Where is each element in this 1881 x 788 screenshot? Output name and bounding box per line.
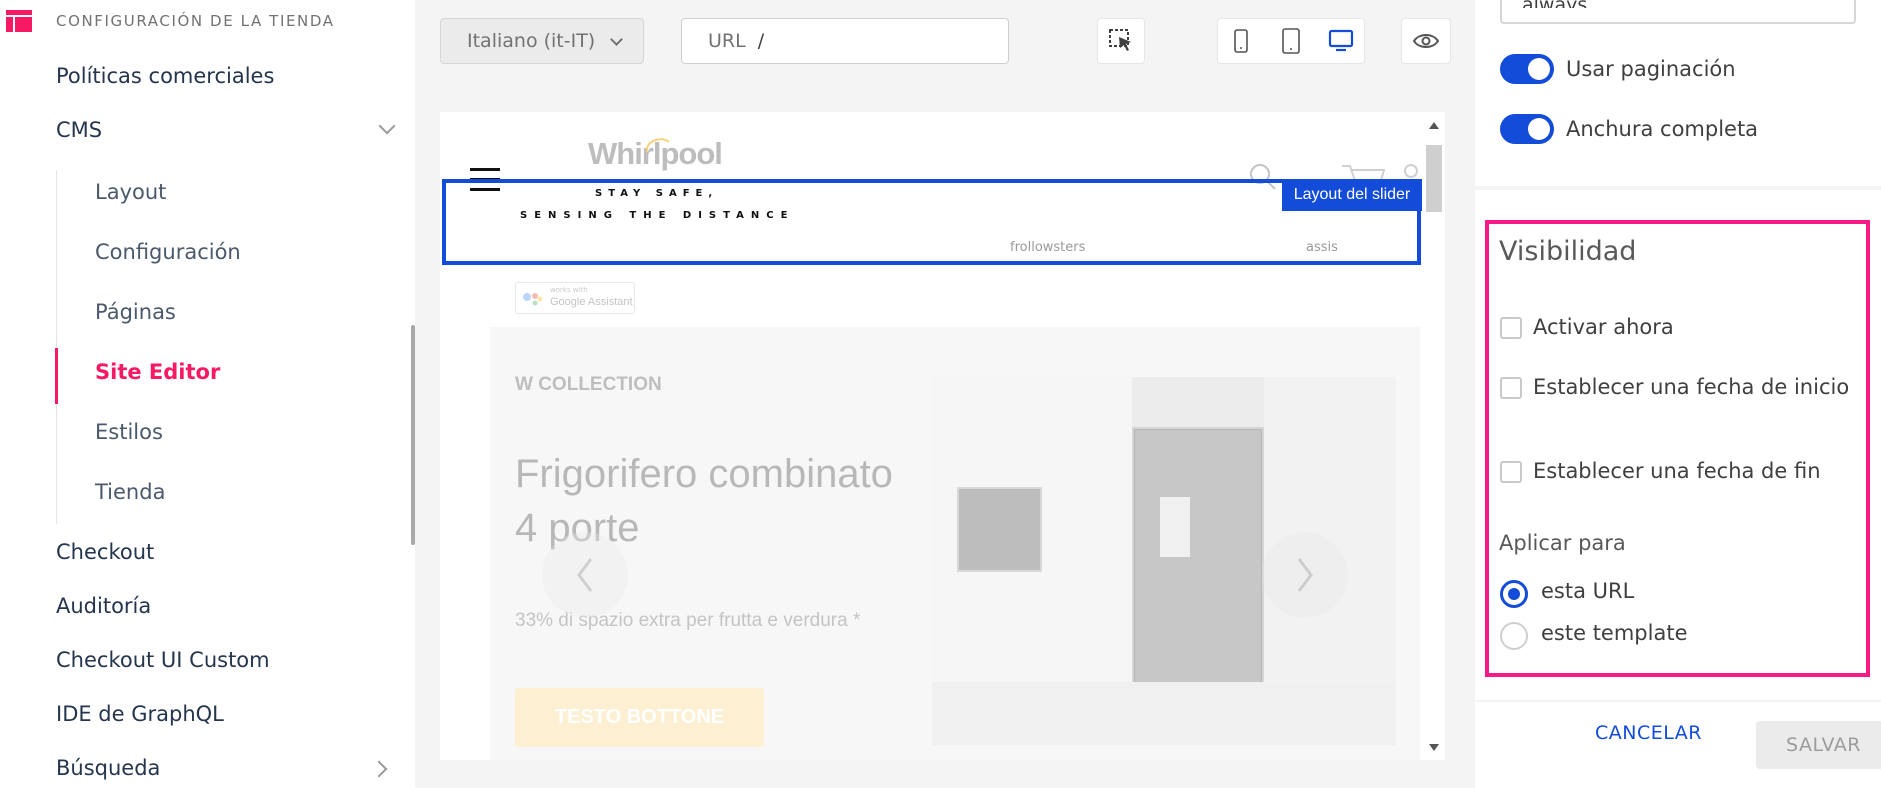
locale-select[interactable]: Italiano (it-IT): [440, 18, 644, 64]
sidebar-item-configuracion[interactable]: Configuración: [95, 240, 241, 264]
sidebar-item-politicas[interactable]: Políticas comerciales: [56, 64, 274, 88]
scroll-up-arrow-icon[interactable]: [1429, 122, 1439, 129]
chevron-right-icon[interactable]: [370, 760, 388, 778]
apply-for-label: Aplicar para: [1499, 531, 1626, 555]
end-date-label: Establecer una fecha de fin: [1533, 459, 1821, 483]
eye-icon: [1412, 34, 1440, 48]
admin-sidebar: CONFIGURACIÓN DE LA TIENDA Políticas com…: [0, 0, 415, 788]
chevron-down-icon: [610, 33, 623, 46]
collection-label: W COLLECTION: [515, 374, 662, 395]
this-template-label: este template: [1541, 621, 1688, 645]
chevron-down-icon[interactable]: [378, 117, 396, 135]
selected-block-label: Layout del slider: [1282, 179, 1422, 211]
cursor-select-icon: [1109, 29, 1131, 51]
desktop-icon: [1328, 29, 1354, 52]
badge-text: Google Assistant: [550, 296, 633, 308]
this-url-label: esta URL: [1541, 579, 1635, 603]
carousel-next-button[interactable]: [1262, 532, 1348, 618]
carousel-prev-button[interactable]: [542, 532, 628, 618]
visibility-highlight-box: [1485, 220, 1870, 677]
chevron-right-icon: [1297, 558, 1313, 592]
inspect-button[interactable]: [1097, 18, 1145, 64]
url-value: /: [757, 30, 765, 52]
tablet-view-button[interactable]: [1267, 18, 1315, 64]
chevron-left-icon: [577, 558, 593, 592]
preview-button[interactable]: [1401, 18, 1451, 64]
sidebar-item-layout[interactable]: Layout: [95, 180, 166, 204]
this-url-radio[interactable]: [1500, 580, 1528, 608]
sidebar-item-busqueda[interactable]: Búsqueda: [56, 756, 160, 780]
toggle-row-full-width[interactable]: Anchura completa: [1500, 114, 1758, 144]
full-width-toggle[interactable]: [1500, 114, 1554, 144]
google-assistant-icon: [523, 293, 543, 306]
start-date-checkbox[interactable]: [1500, 377, 1522, 399]
start-date-label: Establecer una fecha de inicio: [1533, 375, 1850, 399]
scroll-down-arrow-icon[interactable]: [1429, 744, 1439, 751]
mobile-view-button[interactable]: [1217, 18, 1265, 64]
save-button[interactable]: SALVAR: [1756, 721, 1881, 769]
site-editor-canvas: Italiano (it-IT) URL / Whirlpool frollow…: [415, 0, 1475, 788]
sidebar-item-site-editor[interactable]: Site Editor: [95, 360, 220, 384]
sidebar-item-estilos[interactable]: Estilos: [95, 420, 163, 444]
sidebar-item-checkout-ui-custom[interactable]: Checkout UI Custom: [56, 648, 270, 672]
phone-icon: [1234, 29, 1248, 53]
activate-now-checkbox[interactable]: [1500, 317, 1522, 339]
hero-headline-1: Frigorifero combinato: [515, 452, 893, 496]
active-indicator: [55, 348, 58, 404]
sidebar-item-graphql-ide[interactable]: IDE de GraphQL: [56, 702, 224, 726]
toggle-row-pagination[interactable]: Usar paginación: [1500, 54, 1736, 84]
sidebar-item-auditoria[interactable]: Auditoría: [56, 594, 151, 618]
end-date-checkbox[interactable]: [1500, 461, 1522, 483]
cancel-button[interactable]: CANCELAR: [1595, 722, 1702, 744]
block-settings-panel: always Usar paginación Anchura completa …: [1475, 0, 1881, 788]
hero-cta-button[interactable]: TESTO BOTTONE: [515, 688, 764, 747]
sidebar-item-cms[interactable]: CMS: [56, 118, 102, 142]
sidebar-item-tienda[interactable]: Tienda: [95, 480, 165, 504]
pagination-label: Usar paginación: [1566, 57, 1736, 81]
logo-swirl-icon: [645, 138, 670, 153]
google-assistant-badge: works with Google Assistant: [515, 282, 635, 314]
activate-now-label: Activar ahora: [1533, 315, 1674, 339]
locale-value: Italiano (it-IT): [467, 30, 596, 52]
pagination-toggle[interactable]: [1500, 54, 1554, 84]
url-label: URL: [708, 30, 746, 52]
sidebar-section-title: CONFIGURACIÓN DE LA TIENDA: [56, 12, 335, 30]
tablet-icon: [1282, 28, 1300, 54]
sidebar-item-paginas[interactable]: Páginas: [95, 300, 176, 324]
visibility-title: Visibilidad: [1499, 236, 1637, 267]
selected-block-outline[interactable]: [442, 179, 1421, 265]
sidebar-item-checkout[interactable]: Checkout: [56, 540, 154, 564]
submenu-guide-line: [56, 170, 57, 524]
store-preview[interactable]: Whirlpool frollowsters assis STAY SAFE, …: [440, 112, 1423, 760]
store-config-icon: [6, 10, 32, 32]
this-template-radio[interactable]: [1500, 622, 1528, 650]
settings-card: always Usar paginación Anchura completa: [1475, 0, 1881, 186]
desktop-view-button[interactable]: [1317, 18, 1365, 64]
badge-small-text: works with: [550, 286, 588, 294]
url-input[interactable]: URL /: [681, 18, 1009, 64]
preview-scroll-thumb[interactable]: [1426, 145, 1442, 212]
preview-scrollbar[interactable]: [1423, 112, 1445, 760]
top-select-value: always: [1522, 0, 1587, 8]
top-select-field[interactable]: always: [1500, 0, 1856, 24]
full-width-label: Anchura completa: [1566, 117, 1759, 141]
